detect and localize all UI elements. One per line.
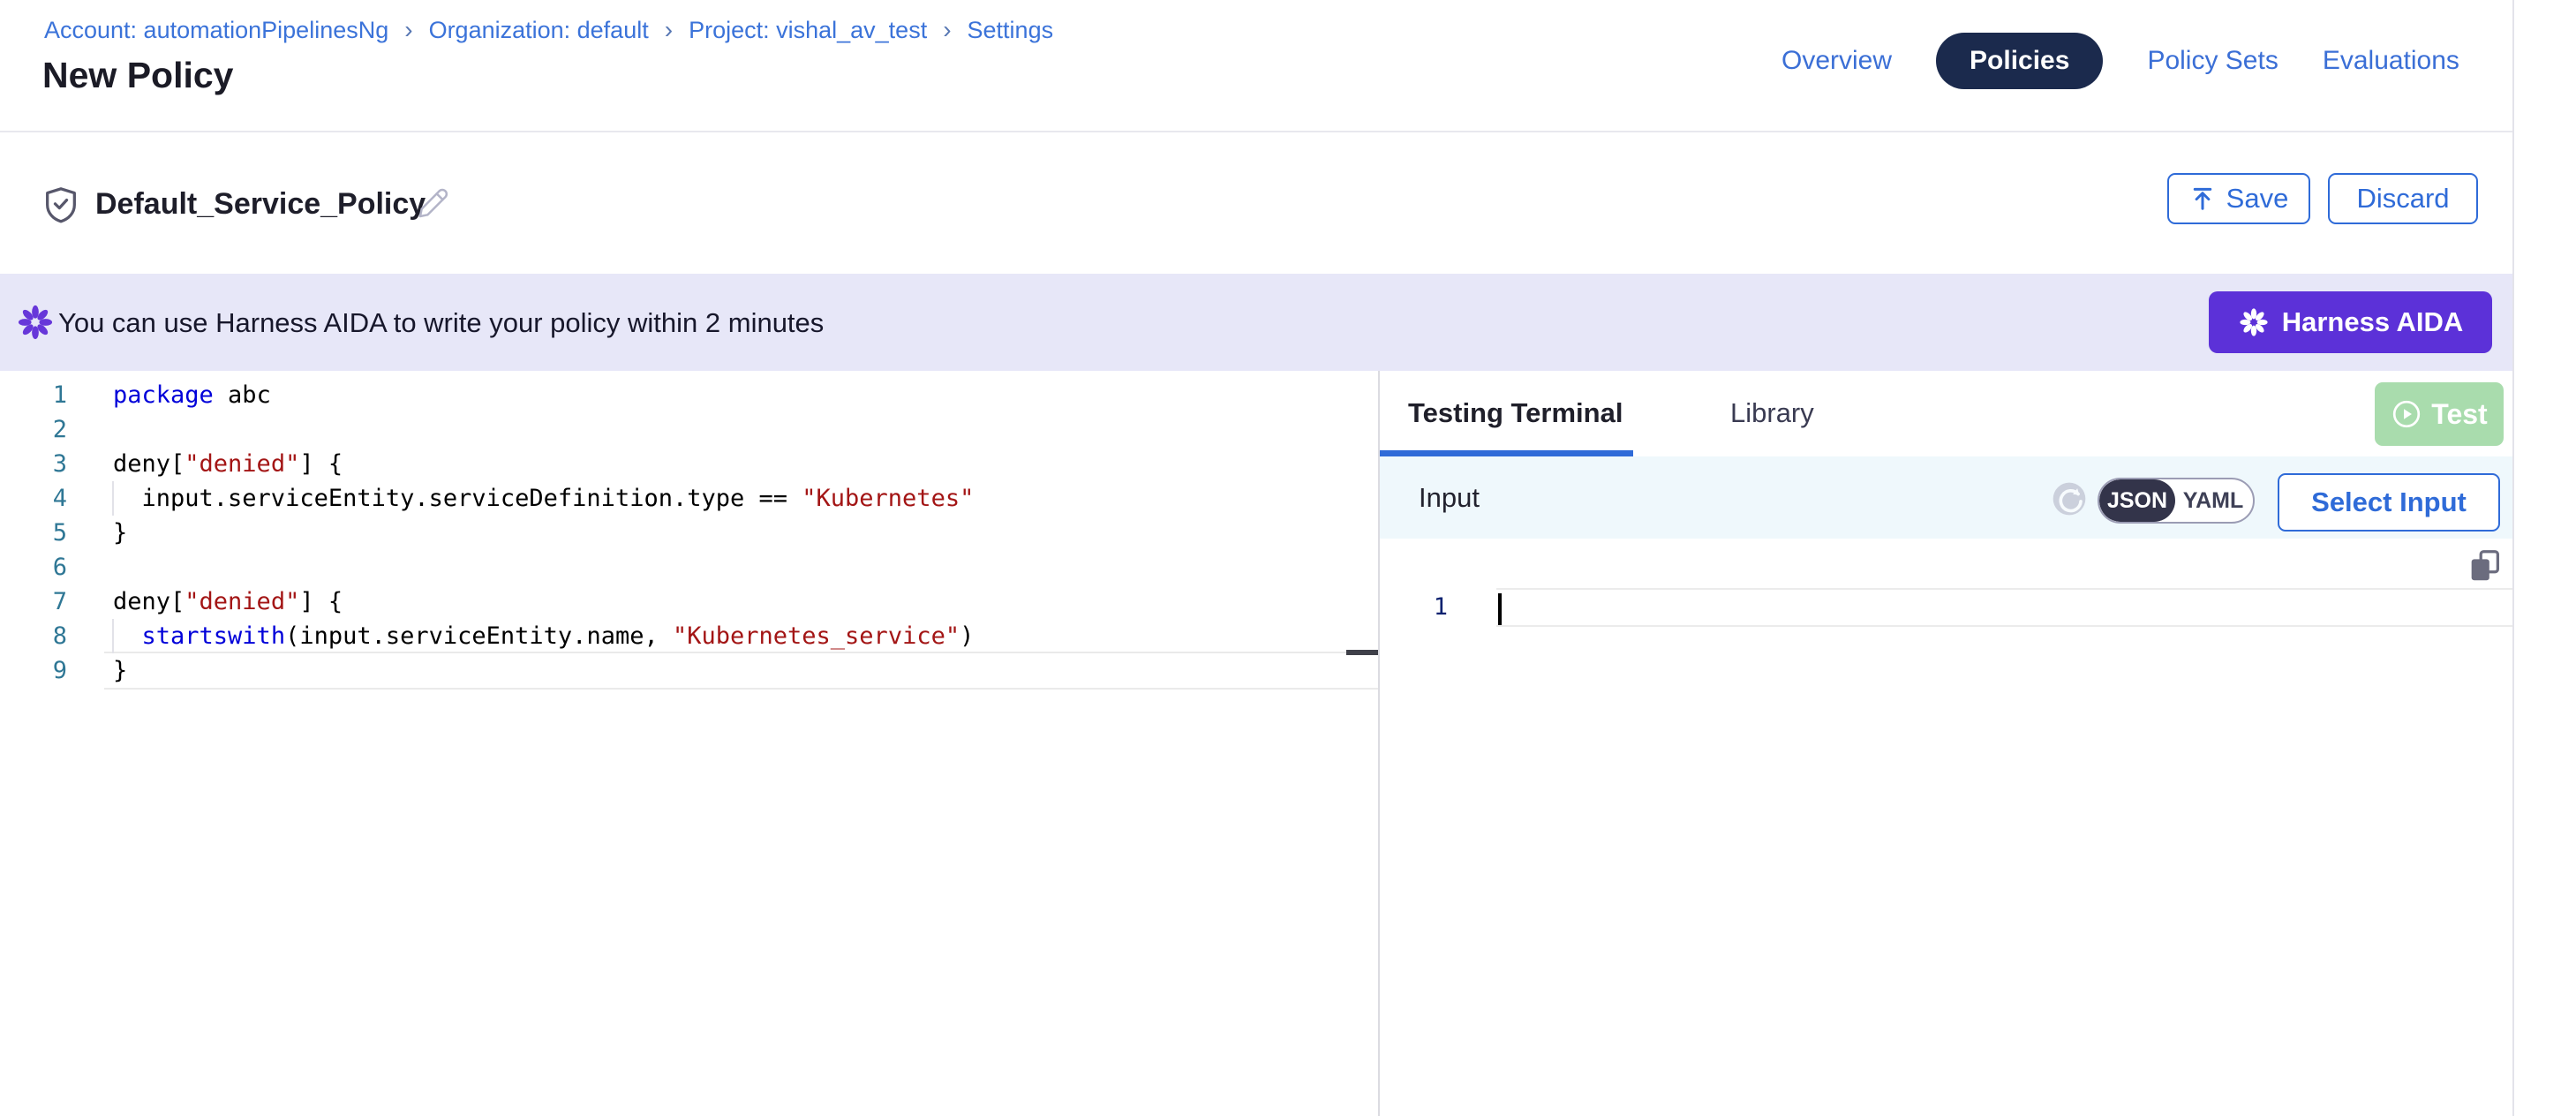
tab-testing-terminal[interactable]: Testing Terminal — [1408, 397, 1623, 429]
policy-code-editor[interactable]: 1 package abc 2 3 deny["denied"] { 4 inp… — [0, 371, 1378, 1116]
code-line[interactable]: 8 startswith(input.serviceEntity.name, "… — [0, 619, 1378, 653]
line-number: 1 — [0, 378, 67, 412]
code-token: package — [113, 381, 214, 409]
line-number: 5 — [0, 516, 67, 550]
code-token: "Kubernetes_service" — [673, 622, 960, 650]
aida-flower-icon — [16, 303, 55, 342]
code-line[interactable]: 1 package abc — [0, 378, 1378, 412]
format-option-json[interactable]: JSON — [2099, 479, 2175, 522]
input-panel-header: Input JSON YAML Select Input — [1380, 456, 2512, 539]
active-tab-underline — [1380, 450, 1633, 456]
tab-policy-sets[interactable]: Policy Sets — [2147, 46, 2278, 76]
format-toggle: JSON YAML — [2098, 478, 2255, 524]
page-right-border — [2512, 0, 2514, 1116]
code-line[interactable]: 6 — [0, 550, 1378, 584]
line-number: 2 — [0, 412, 67, 447]
code-token: ) — [960, 622, 974, 650]
tab-library[interactable]: Library — [1730, 397, 1814, 429]
new-policy-page: Account: automationPipelinesNg › Organiz… — [0, 0, 2576, 1116]
shield-check-icon — [41, 184, 81, 226]
code-line[interactable]: 9 } — [0, 653, 1378, 688]
breadcrumb-project-link[interactable]: Project: vishal_av_test — [689, 17, 927, 44]
breadcrumb-separator: › — [943, 16, 951, 44]
current-line-highlight — [1496, 588, 2512, 627]
line-number: 7 — [0, 584, 67, 619]
tab-policies[interactable]: Policies — [1936, 33, 2103, 89]
code-token: (input.serviceEntity.name, — [285, 622, 673, 650]
code-token — [113, 622, 142, 650]
code-token: input.serviceEntity.serviceDefinition.ty… — [113, 485, 802, 512]
disabled-run-icon — [2050, 479, 2089, 518]
select-input-button-label: Select Input — [2311, 486, 2467, 518]
test-button-label: Test — [2431, 398, 2487, 431]
discard-button-label: Discard — [2356, 183, 2449, 215]
breadcrumb: Account: automationPipelinesNg › Organiz… — [44, 16, 1053, 44]
code-token: ] { — [299, 450, 343, 478]
aida-banner: You can use Harness AIDA to write your p… — [0, 274, 2512, 371]
input-editor[interactable]: 1 — [1380, 539, 2512, 1116]
breadcrumb-organization-link[interactable]: Organization: default — [429, 17, 649, 44]
breadcrumb-separator: › — [404, 16, 412, 44]
page-header: Account: automationPipelinesNg › Organiz… — [0, 0, 2512, 132]
code-token: "Kubernetes" — [802, 485, 974, 512]
code-line[interactable]: 2 — [0, 412, 1378, 447]
test-button[interactable]: Test — [2375, 382, 2504, 446]
code-token: startswith — [142, 622, 286, 650]
save-button-label: Save — [2226, 183, 2289, 215]
code-line[interactable]: 4 input.serviceEntity.serviceDefinition.… — [0, 481, 1378, 516]
code-line[interactable]: 5 } — [0, 516, 1378, 550]
breadcrumb-separator: › — [665, 16, 673, 44]
code-token: } — [113, 657, 127, 684]
tab-overview[interactable]: Overview — [1781, 46, 1892, 76]
line-number: 8 — [0, 619, 67, 653]
line-number: 1 — [1380, 590, 1448, 624]
code-token: ] { — [299, 588, 343, 615]
code-token: deny[ — [113, 450, 185, 478]
tab-evaluations[interactable]: Evaluations — [2323, 46, 2459, 76]
policy-name: Default_Service_Policy — [95, 187, 426, 222]
policy-toolbar: Default_Service_Policy Save Discard — [0, 134, 2512, 274]
line-number: 6 — [0, 550, 67, 584]
aida-flower-icon — [2238, 306, 2270, 338]
testing-terminal-pane: Testing Terminal Library Test Input — [1380, 371, 2512, 1116]
format-option-yaml[interactable]: YAML — [2175, 479, 2251, 522]
code-token: "denied" — [185, 450, 299, 478]
line-number: 4 — [0, 481, 67, 516]
copy-icon[interactable] — [2465, 546, 2505, 586]
input-panel-title: Input — [1419, 482, 1480, 514]
aida-banner-message: You can use Harness AIDA to write your p… — [58, 307, 824, 339]
line-number: 9 — [0, 653, 67, 688]
code-line[interactable]: 3 deny["denied"] { — [0, 447, 1378, 481]
policy-nav-tabs: Overview Policies Policy Sets Evaluation… — [1781, 32, 2459, 90]
code-line[interactable]: 7 deny["denied"] { — [0, 584, 1378, 619]
breadcrumb-account-link[interactable]: Account: automationPipelinesNg — [44, 17, 388, 44]
harness-aida-button[interactable]: Harness AIDA — [2209, 291, 2492, 353]
upload-icon — [2189, 185, 2216, 212]
line-number: 3 — [0, 447, 67, 481]
breadcrumb-settings-link[interactable]: Settings — [968, 17, 1054, 44]
play-circle-icon — [2391, 398, 2422, 430]
code-token: "denied" — [185, 588, 299, 615]
code-token: deny[ — [113, 588, 185, 615]
page-title: New Policy — [42, 55, 233, 96]
harness-aida-button-label: Harness AIDA — [2282, 306, 2464, 338]
code-token: } — [113, 519, 127, 547]
text-cursor — [1498, 593, 1502, 625]
discard-button[interactable]: Discard — [2328, 173, 2478, 224]
select-input-button[interactable]: Select Input — [2278, 473, 2500, 532]
code-token: abc — [214, 381, 271, 409]
save-button[interactable]: Save — [2167, 173, 2310, 224]
pencil-icon[interactable] — [415, 185, 450, 221]
